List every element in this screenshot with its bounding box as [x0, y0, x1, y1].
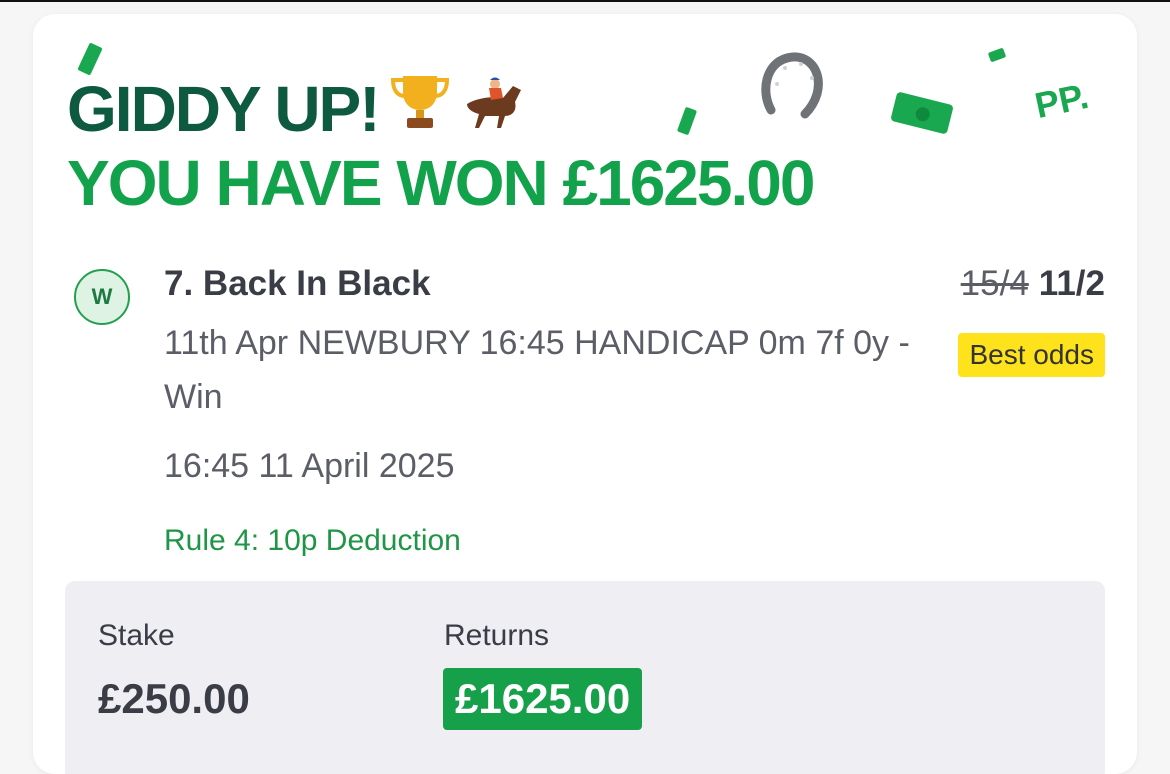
money-note-icon	[988, 48, 1006, 62]
stake-value: £250.00	[98, 675, 250, 722]
money-note-icon	[891, 92, 953, 134]
win-status-badge: W	[74, 269, 130, 325]
returns-label: Returns	[444, 619, 550, 652]
original-odds: 15/4	[960, 264, 1029, 303]
selection-name: 7. Back In Black	[164, 264, 431, 303]
brand-mark: PP.	[1031, 74, 1092, 127]
rule4-deduction: Rule 4: 10p Deduction	[164, 524, 461, 557]
horse-racing-icon	[461, 70, 531, 147]
event-time: 16:45 11 April 2025	[164, 447, 455, 485]
returns-value: £1625.00	[443, 668, 643, 730]
settled-odds: 11/2	[1038, 264, 1105, 303]
headline-text: GIDDY UP!	[67, 72, 381, 145]
bet-summary-panel: Stake £250.00 Returns £1625.00	[65, 581, 1105, 774]
odds-display: 15/4 11/2	[961, 264, 1105, 304]
stake-label: Stake	[98, 619, 175, 652]
money-note-icon	[677, 107, 697, 135]
best-odds-badge: Best odds	[958, 333, 1105, 377]
top-divider	[0, 0, 1170, 2]
horseshoe-icon	[761, 52, 823, 119]
winning-bet-card: PP. GIDDY UP! YOU HAVE WON £1625.00 W 7.…	[33, 14, 1137, 774]
won-amount-headline: YOU HAVE WON £1625.00	[67, 147, 815, 219]
trophy-icon	[389, 70, 451, 147]
celebration-headline: GIDDY UP!	[67, 70, 531, 147]
event-description: 11th Apr NEWBURY 16:45 HANDICAP 0m 7f 0y…	[164, 324, 910, 416]
